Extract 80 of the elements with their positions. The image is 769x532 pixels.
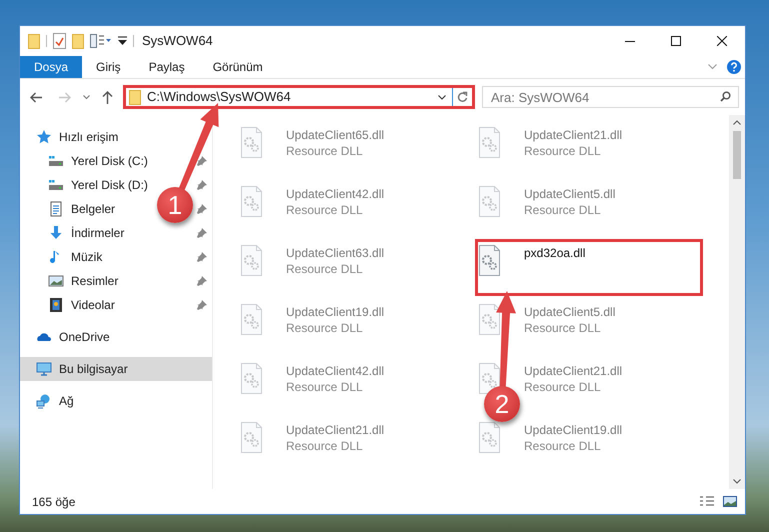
file-type: Resource DLL [286,438,364,454]
file-type: Resource DLL [286,202,364,218]
pin-icon[interactable] [197,156,207,166]
pin-icon[interactable] [197,276,207,286]
file-type: Resource DLL [524,320,602,336]
ribbon-tab[interactable]: Paylaş [134,56,199,78]
hard-drive-icon [48,153,64,169]
pin-icon[interactable] [197,252,207,262]
navigation-item[interactable]: Yerel Disk (C:) [48,152,148,170]
file-name: UpdateClient21.dll [524,363,622,379]
navigation-item[interactable]: Müzik [48,248,102,266]
file-name: UpdateClient21.dll [286,422,384,438]
document-icon [48,201,64,217]
film-icon [48,297,64,313]
details-view-icon[interactable] [699,496,715,508]
file-name: UpdateClient19.dll [524,422,622,438]
scroll-up-icon[interactable] [733,120,741,125]
file-name: UpdateClient19.dll [286,304,384,320]
pin-icon[interactable] [197,228,207,238]
refresh-icon[interactable] [457,91,468,103]
file-type: Resource DLL [524,438,602,454]
window-title: SysWOW64 [142,32,213,50]
navigation-item[interactable]: Yerel Disk (D:) [48,176,148,194]
up-arrow-icon[interactable] [102,90,113,104]
folder-icon [129,90,141,104]
navigation-item[interactable]: Resimler [48,272,118,290]
file-type: Resource DLL [286,320,364,336]
view-icon[interactable] [90,34,112,48]
file-type: Resource DLL [524,379,602,395]
monitor-icon [36,361,52,377]
back-arrow-icon[interactable] [30,92,43,102]
file-name: UpdateClient5.dll [524,304,616,320]
file-type: Resource DLL [524,202,602,218]
dropdown-icon[interactable] [438,94,446,100]
file-name: UpdateClient65.dll [286,127,384,143]
navigation-item[interactable]: Videolar [48,296,115,314]
customize-dropdown-icon[interactable] [118,36,127,46]
search-icon [720,91,731,102]
address-path: C:\Windows\SysWOW64 [147,88,291,106]
close-icon [717,36,727,46]
large-icons-view-icon[interactable] [723,496,737,507]
scroll-down-icon[interactable] [733,479,741,484]
navigation-item[interactable]: Bu bilgisayar [20,357,212,381]
address-bar[interactable]: C:\Windows\SysWOW64 [123,85,475,109]
file-menu-button[interactable]: Dosya [20,56,82,78]
ribbon-tab[interactable]: Görünüm [198,56,277,78]
scrollbar[interactable] [729,115,745,489]
ribbon-tab[interactable]: Giriş [82,56,135,78]
network-icon [36,393,52,409]
properties-icon[interactable] [53,33,66,49]
hard-drive-icon [48,177,64,193]
file-name: UpdateClient21.dll [524,127,622,143]
file-type: Resource DLL [286,379,364,395]
navigation-item[interactable]: OneDrive [36,328,110,346]
scrollbar-thumb[interactable] [733,131,741,179]
file-name: UpdateClient5.dll [524,186,616,202]
file-name: pxd32oa.dll [524,245,586,261]
file-type: Resource DLL [286,261,364,277]
search-field[interactable]: Ara: SysWOW64 [482,86,739,108]
navigation-item[interactable]: İndirmeler [48,224,124,242]
navigation-item[interactable]: Belgeler [48,200,116,218]
pin-icon[interactable] [197,300,207,310]
expand-ribbon-icon[interactable] [708,64,717,70]
file-type: Resource DLL [524,143,602,159]
picture-icon [48,273,64,289]
help-icon[interactable] [727,60,741,74]
pin-icon[interactable] [197,180,207,190]
navigation-item[interactable]: Hızlı erişim [36,128,118,146]
item-count: 165 öğe [32,494,76,510]
down-arrow-icon [48,225,64,241]
navigation-item[interactable]: Ağ [36,392,74,410]
file-name: UpdateClient42.dll [286,186,384,202]
pin-icon[interactable] [197,204,207,214]
minimize-icon [625,40,635,42]
file-type: Resource DLL [286,143,364,159]
recent-dropdown-icon[interactable] [83,94,90,100]
file-name: UpdateClient42.dll [286,363,384,379]
star-icon [36,129,52,145]
maximize-icon [671,36,681,46]
file-name: UpdateClient63.dll [286,245,384,261]
